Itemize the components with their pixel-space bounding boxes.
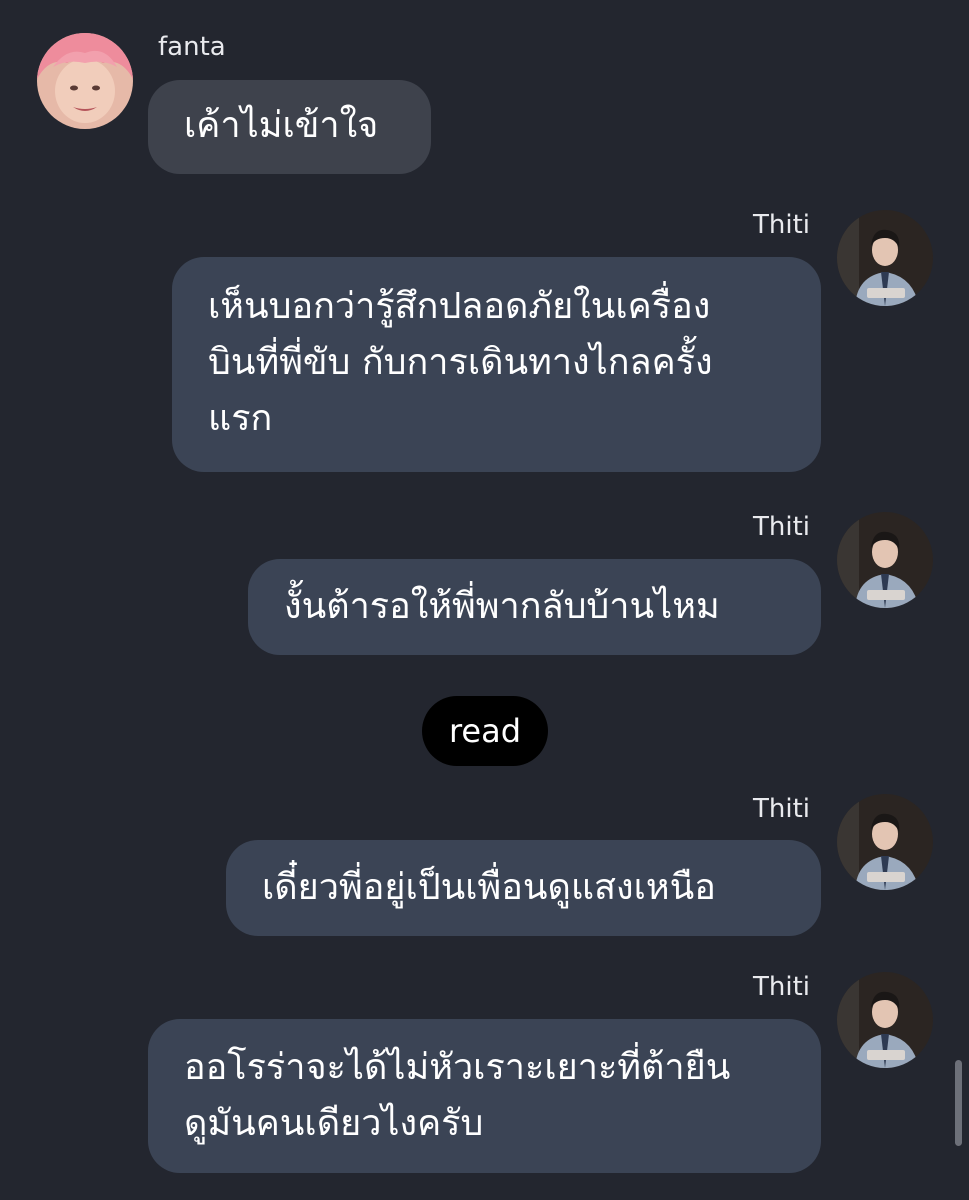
thiti-avatar[interactable] — [837, 972, 933, 1068]
message-bubble[interactable]: เค้าไม่เข้าใจ — [148, 80, 431, 174]
thiti-avatar[interactable] — [837, 794, 933, 890]
message-bubble[interactable]: ออโรร่าจะได้ไม่หัวเราะเยาะที่ต้ายืน ดูมั… — [148, 1019, 821, 1173]
scrollbar-thumb[interactable] — [955, 1060, 962, 1146]
thiti-avatar[interactable] — [837, 210, 933, 306]
message-bubble[interactable]: เห็นบอกว่ารู้สึกปลอดภัยในเครื่อง บินที่พ… — [172, 257, 821, 472]
sender-name: Thiti — [752, 972, 810, 1002]
message-bubble[interactable]: งั้นต้ารอให้พี่พากลับบ้านไหม — [248, 559, 821, 655]
fanta-avatar[interactable] — [37, 33, 133, 129]
sender-name: Thiti — [752, 794, 810, 824]
sender-name: Thiti — [752, 512, 810, 542]
sender-name: Thiti — [752, 210, 810, 240]
message-bubble[interactable]: เดี๋ยวพี่อยู่เป็นเพื่อนดูแสงเหนือ — [226, 840, 821, 936]
chat-view: fanta เค้าไม่เข้าใจ Thiti เห็นบอกว่ารู้ส… — [0, 0, 969, 1200]
read-status-badge: read — [422, 696, 548, 766]
sender-name: fanta — [158, 32, 226, 62]
thiti-avatar[interactable] — [837, 512, 933, 608]
